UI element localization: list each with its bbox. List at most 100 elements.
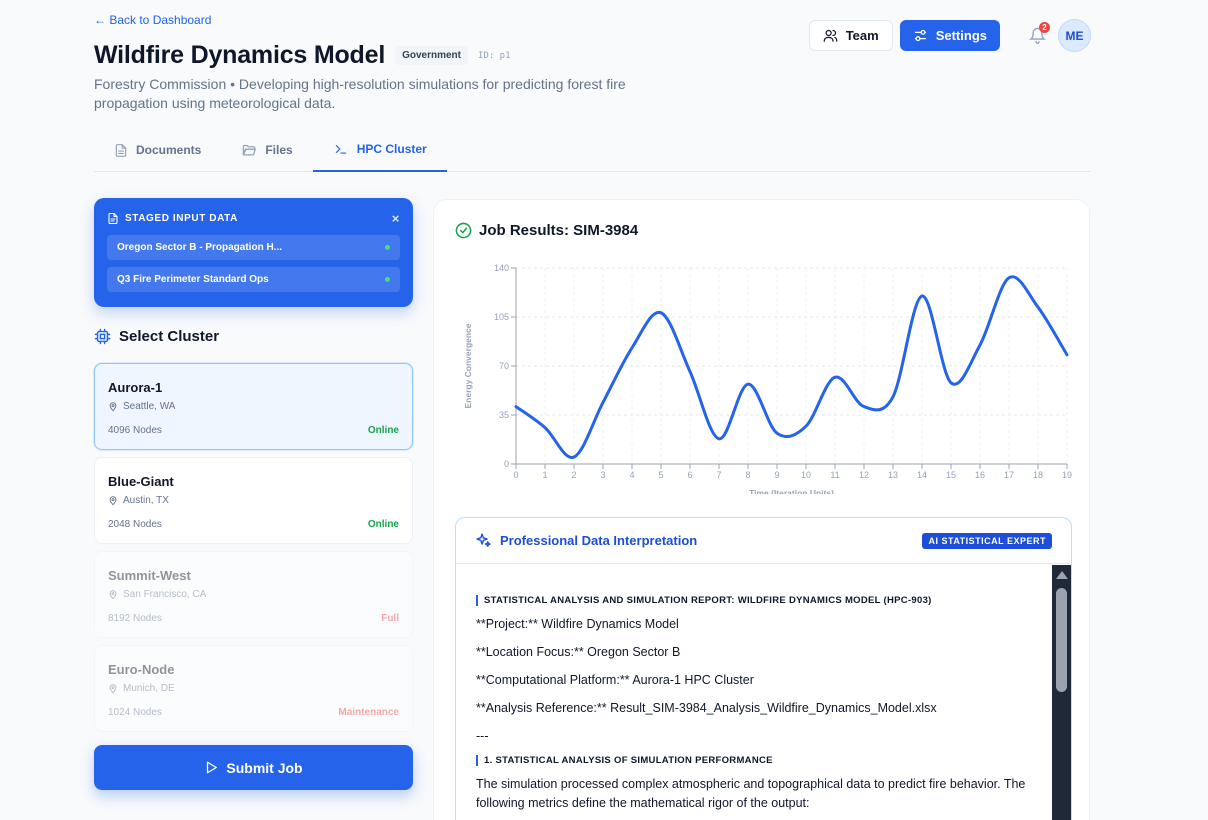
team-button-label: Team [845,28,879,43]
header-actions: Team Settings 2 ME [808,19,1091,52]
x-tick-label: 7 [716,470,721,480]
notification-count-badge: 2 [1039,21,1050,33]
staged-file-item[interactable]: Oregon Sector B - Propagation H... [107,235,400,260]
close-icon[interactable]: × [392,211,400,226]
report-line: **Computational Platform:** Aurora-1 HPC… [476,673,754,687]
x-tick-label: 8 [745,470,750,480]
job-results-panel: Job Results: SIM-3984 0 35 70 105 140 0 1 2 3 4 5 6… [433,199,1090,820]
report-line: **Project:** Wildfire Dynamics Model [476,617,679,631]
document-icon [115,143,127,157]
submit-job-button[interactable]: Submit Job [94,745,413,790]
x-axis-label: Time (Iteration Units) [749,488,834,494]
cluster-card-blue-giant[interactable]: Blue-Giant Austin, TX 2048 Nodes Online [94,457,413,544]
x-tick-label: 2 [571,470,576,480]
map-pin-icon [109,402,117,412]
x-tick-label: 13 [888,470,898,480]
map-pin-icon [109,590,117,600]
cluster-location: Seattle, WA [108,401,175,412]
cluster-location-text: San Francisco, CA [123,589,207,600]
cluster-card-euro-node: Euro-Node Munich, DE 1024 Nodes Maintena… [94,645,413,732]
page-subtitle: Forestry Commission • Developing high-re… [94,76,626,111]
cluster-location-text: Seattle, WA [123,401,176,412]
cluster-location: Austin, TX [108,495,169,506]
settings-button-label: Settings [935,28,987,43]
x-tick-label: 4 [629,470,634,480]
staged-file-name: Q3 Fire Perimeter Standard Ops [117,274,269,285]
x-tick-label: 6 [687,470,692,480]
project-tabs: Documents Files HPC Cluster [94,128,1091,172]
ai-expert-badge: AI STATISTICAL EXPERT [922,532,1052,549]
x-tick-label: 14 [917,470,927,480]
users-icon [823,29,838,42]
cluster-status: Online [367,519,399,530]
job-results-heading: Job Results: SIM-3984 [455,222,638,239]
job-results-title: Job Results: SIM-3984 [479,222,639,239]
data-interpretation-panel: Professional Data Interpretation AI STAT… [455,517,1072,820]
settings-button[interactable]: Settings [899,20,1000,51]
cluster-name: Aurora-1 [108,380,163,395]
cluster-nodes: 8192 Nodes [108,613,162,624]
x-tick-label: 19 [1062,470,1072,480]
x-tick-label: 10 [801,470,811,480]
cluster-status: Full [381,613,399,624]
cluster-name: Euro-Node [108,662,175,677]
x-tick-label: 12 [859,470,869,480]
interpretation-header: Professional Data Interpretation AI STAT… [456,518,1071,564]
select-cluster-heading: Select Cluster [94,328,219,345]
terminal-icon [335,144,346,154]
report-line: **Location Focus:** Oregon Sector B [476,645,681,659]
x-tick-label: 18 [1033,470,1043,480]
y-tick-label: 70 [499,361,509,371]
project-id: ID: p1 [477,50,511,61]
sparkles-icon [476,533,491,547]
x-tick-label: 0 [513,470,518,480]
report-paragraph: The simulation processed complex atmosph… [476,777,1026,810]
map-pin-icon [109,684,117,694]
x-tick-label: 15 [946,470,956,480]
title-row: Wildfire Dynamics Model Government ID: p… [94,41,511,70]
tab-label: Files [265,143,293,157]
y-tick-label: 0 [504,459,509,469]
notifications-button[interactable]: 2 [1026,21,1050,47]
cluster-location: Munich, DE [108,683,175,694]
tab-files[interactable]: Files [221,128,312,172]
x-tick-label: 17 [1004,470,1014,480]
status-dot-icon [385,277,390,282]
team-button[interactable]: Team [808,20,893,51]
cluster-status: Online [367,425,399,436]
select-cluster-title: Select Cluster [119,328,220,345]
y-tick-label: 105 [494,312,509,322]
tab-label: HPC Cluster [356,142,427,156]
cluster-card-summit-west: Summit-West San Francisco, CA 8192 Nodes… [94,551,413,638]
tab-documents[interactable]: Documents [94,128,221,172]
report-line: **Analysis Reference:** Result_SIM-3984_… [476,701,937,715]
y-axis-label: Energy Convergence [463,323,473,408]
scroll-thumb[interactable] [1056,588,1067,692]
cluster-location-text: Austin, TX [123,495,169,506]
y-tick-label: 35 [499,410,509,420]
energy-convergence-chart: 035701051400 1 2 3 4 5 6 7 8 9 10 11 12 13 14 15 16 17 18 1… [463,263,1072,494]
back-to-dashboard-link[interactable]: ← Back to Dashboard [94,13,211,27]
interpretation-scrollbar[interactable] [1052,565,1071,820]
user-avatar[interactable]: ME [1058,19,1091,52]
x-tick-label: 11 [830,470,839,480]
check-circle-icon [455,222,472,239]
staged-file-item[interactable]: Q3 Fire Perimeter Standard Ops [107,267,400,292]
staged-file-name: Oregon Sector B - Propagation H... [117,242,283,253]
interpretation-title: Professional Data Interpretation [500,533,698,548]
cluster-nodes: 4096 Nodes [108,425,162,436]
category-badge: Government [395,46,468,65]
x-tick-label: 5 [658,470,663,480]
submit-job-label: Submit Job [226,759,303,776]
series-line [514,275,1069,459]
cluster-location: San Francisco, CA [108,589,206,600]
report-heading: STATISTICAL ANALYSIS AND SIMULATION REPO… [476,595,1033,606]
x-tick-label: 3 [600,470,605,480]
cluster-card-aurora-1[interactable]: Aurora-1 Seattle, WA 4096 Nodes Online [94,363,413,450]
x-tick-label: 1 [542,470,547,480]
tab-hpc-cluster[interactable]: HPC Cluster [312,128,447,172]
scroll-up-icon[interactable] [1056,571,1068,579]
tab-label: Documents [136,143,202,157]
cluster-name: Blue-Giant [108,474,174,489]
report-heading: 1. STATISTICAL ANALYSIS OF SIMULATION PE… [476,755,1033,766]
